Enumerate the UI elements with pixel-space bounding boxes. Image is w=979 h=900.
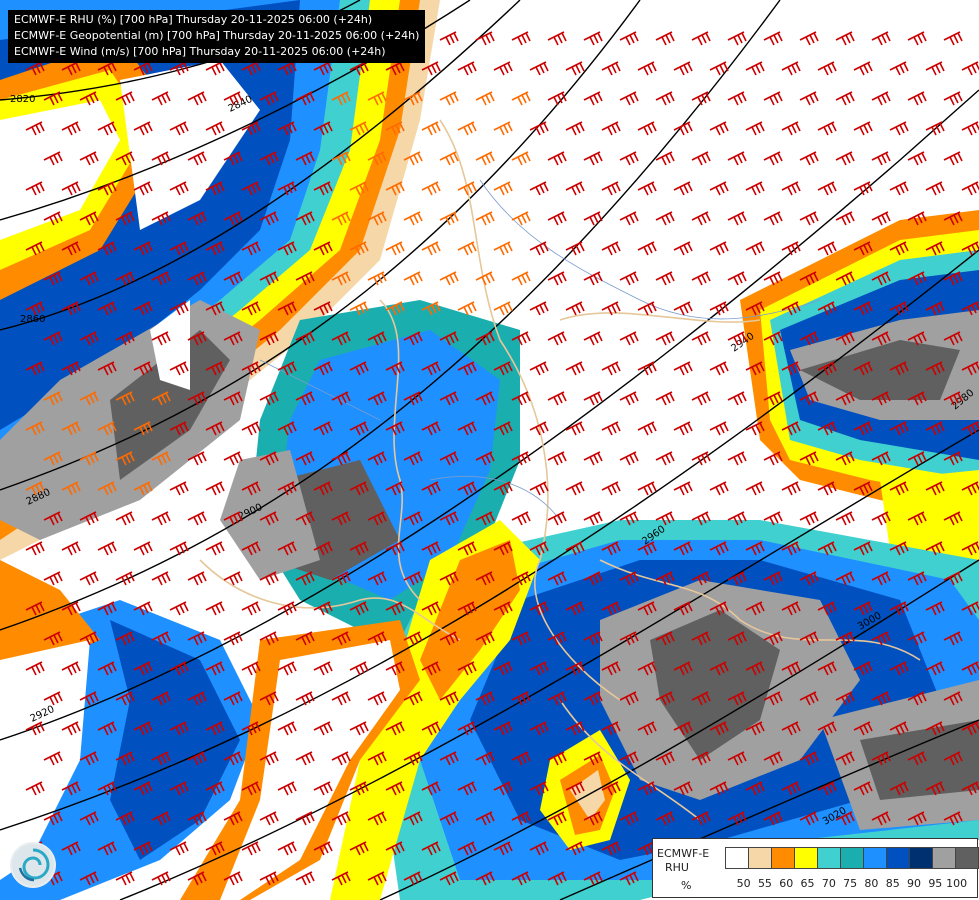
logo-icon	[10, 842, 56, 888]
legend-swatch	[932, 847, 956, 869]
legend-label: 95	[928, 877, 943, 890]
legend-swatch	[794, 847, 818, 869]
legend-label: 50	[736, 877, 751, 890]
title-rhu: ECMWF-E RHU (%) [700 hPa] Thursday 20-11…	[14, 13, 373, 26]
legend-swatch	[817, 847, 841, 869]
legend-label: 60	[779, 877, 794, 890]
legend-model: ECMWF-E	[657, 847, 710, 860]
legend-label: 65	[800, 877, 815, 890]
title-geopotential: ECMWF-E Geopotential (m) [700 hPa] Thurs…	[14, 29, 420, 42]
legend-label: 70	[821, 877, 836, 890]
contour-label: 2860	[20, 314, 45, 325]
legend-label: 85	[885, 877, 900, 890]
legend-swatch	[771, 847, 795, 869]
weather-map: 2820 2840 2860 2880 2900 2920 2940 2960 …	[0, 0, 979, 900]
map-title-box: ECMWF-E RHU (%) [700 hPa] Thursday 20-11…	[8, 10, 426, 63]
legend-label: 55	[757, 877, 772, 890]
legend-unit: %	[681, 879, 692, 892]
legend-label: 90	[907, 877, 922, 890]
legend-swatches	[725, 847, 979, 869]
legend-swatch	[863, 847, 887, 869]
title-wind: ECMWF-E Wind (m/s) [700 hPa] Thursday 20…	[14, 45, 386, 58]
legend-swatch	[725, 847, 749, 869]
legend-swatch	[840, 847, 864, 869]
humidity-field	[0, 0, 979, 900]
legend-labels: 50 55 60 65 70 75 80 85 90 95 100	[733, 877, 967, 890]
legend-swatch	[955, 847, 979, 869]
rhu-legend: ECMWF-E RHU % 50 55 60 65 70 75 80 85 90 95 100	[652, 838, 979, 898]
legend-label: 80	[864, 877, 879, 890]
legend-variable: RHU	[665, 861, 689, 874]
legend-swatch	[748, 847, 772, 869]
contour-label: 2820	[10, 94, 35, 105]
legend-swatch	[886, 847, 910, 869]
legend-label: 75	[843, 877, 858, 890]
legend-label: 100	[946, 877, 968, 890]
legend-swatch	[909, 847, 933, 869]
